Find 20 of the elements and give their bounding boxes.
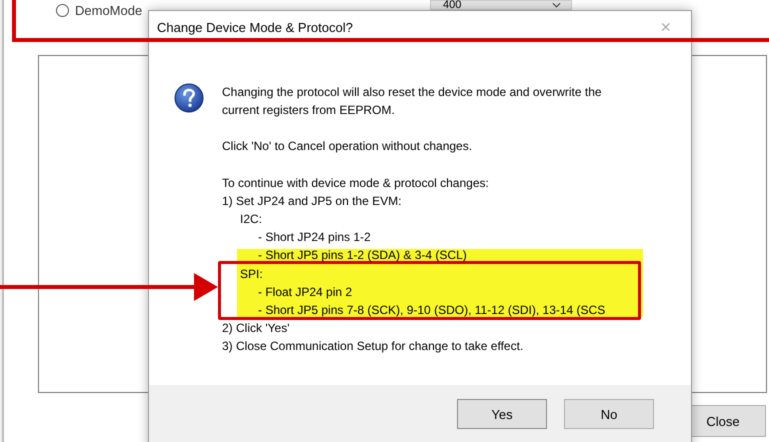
message-text: - Float JP24 pin 2 [257, 284, 354, 301]
message-text: - Short JP24 pins 1-2 [257, 229, 372, 246]
message-text: SPI: [239, 266, 264, 283]
question-icon [174, 83, 204, 113]
message-text: Click 'No' to Cancel operation without changes. [222, 138, 474, 156]
chevron-down-icon [552, 2, 561, 8]
dropdown[interactable]: 400 [430, 0, 572, 10]
no-button[interactable]: No [564, 399, 654, 429]
message-text: - Short JP5 pins 7-8 (SCK), 9-10 (SDO), 11-12 (SDI), 13-14 (SCS [257, 302, 606, 320]
message-text: To continue with device mode & protocol changes: [222, 174, 490, 192]
message-text: 2) Click 'Yes' [222, 320, 290, 338]
message-text: 1) Set JP24 and JP5 on the EVM: [222, 192, 402, 210]
yes-button[interactable]: Yes [457, 399, 547, 429]
radio-button[interactable] [56, 4, 69, 16]
message-text: 3) Close Communication Setup for change to take effect. [222, 338, 524, 356]
dialog-title: Change Device Mode & Protocol? [157, 20, 353, 34]
radio-label: DemoMode [75, 2, 142, 18]
message-text: I2C: [239, 211, 264, 228]
message-text: Changing the protocol will also reset the device mode and overwrite the current registers from EEPROM. [222, 84, 603, 120]
message-text: - Short JP5 pins 1-2 (SDA) & 3-4 (SCL) [257, 247, 468, 264]
